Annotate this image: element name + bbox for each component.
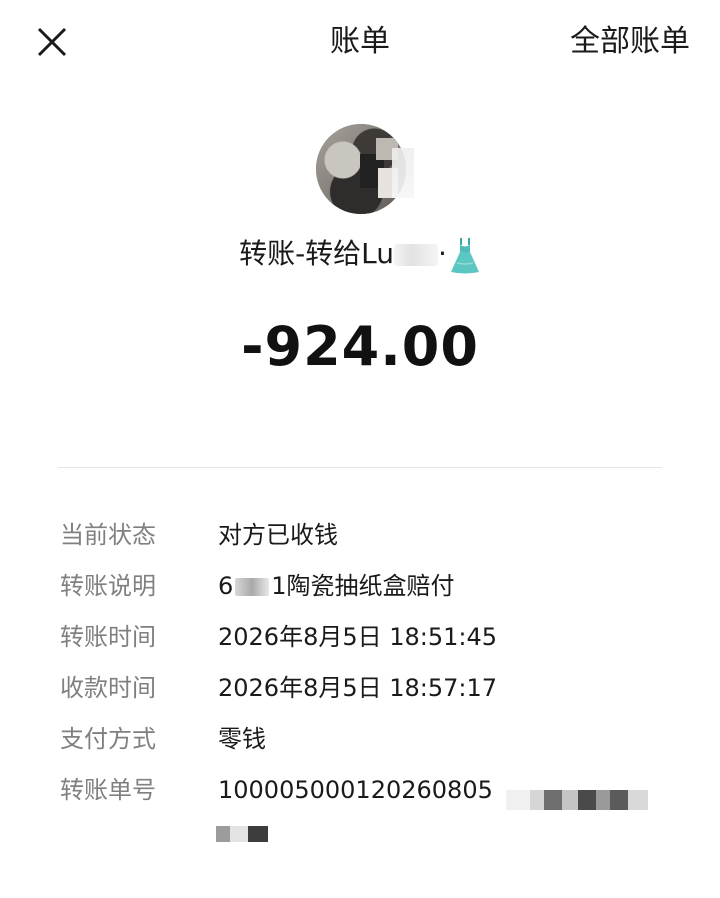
transfer-title-prefix: 转账-转给Lu [239,237,395,270]
avatar-redaction [392,148,414,198]
note-suffix: 1陶瓷抽纸盒赔付 [271,572,455,600]
detail-row-payment-method: 支付方式 零钱 [0,716,720,767]
detail-value[interactable]: 100005000120260805 [218,773,493,807]
order-number-tail-redaction [216,826,272,842]
detail-value: 对方已收钱 [218,521,338,549]
detail-row-status: 当前状态 对方已收钱 [0,512,720,563]
detail-label: 转账单号 [60,776,156,804]
divider [58,467,662,468]
detail-row-transfer-time: 转账时间 2026年8月5日 18:51:45 [0,614,720,665]
detail-label: 收款时间 [60,674,156,702]
top-bar: 账单 全部账单 [0,0,720,84]
transfer-details: 当前状态 对方已收钱 转账说明 6 1陶瓷抽纸盒赔付 转账时间 2026年8月5日… [0,512,720,818]
name-redaction [394,244,439,266]
detail-row-note: 转账说明 6 1陶瓷抽纸盒赔付 [0,563,720,614]
all-bills-link[interactable]: 全部账单 [570,22,690,62]
detail-value: 6 1陶瓷抽纸盒赔付 [218,569,455,603]
order-number-redaction [506,790,648,810]
detail-value: 2026年8月5日 18:57:17 [218,674,498,702]
detail-label: 支付方式 [60,725,156,753]
detail-value: 零钱 [218,725,266,753]
detail-label: 转账说明 [60,572,156,600]
detail-label: 当前状态 [60,521,156,549]
detail-row-receive-time: 收款时间 2026年8月5日 18:57:17 [0,665,720,716]
transfer-title: 转账-转给Lu · [0,232,720,276]
transfer-title-suffix: · [438,237,447,270]
note-redaction [235,578,270,596]
dress-emoji-icon [450,238,479,274]
transfer-amount: -924.00 [241,315,479,378]
note-prefix: 6 [218,572,234,600]
detail-value: 2026年8月5日 18:51:45 [218,623,498,651]
detail-label: 转账时间 [60,623,156,651]
